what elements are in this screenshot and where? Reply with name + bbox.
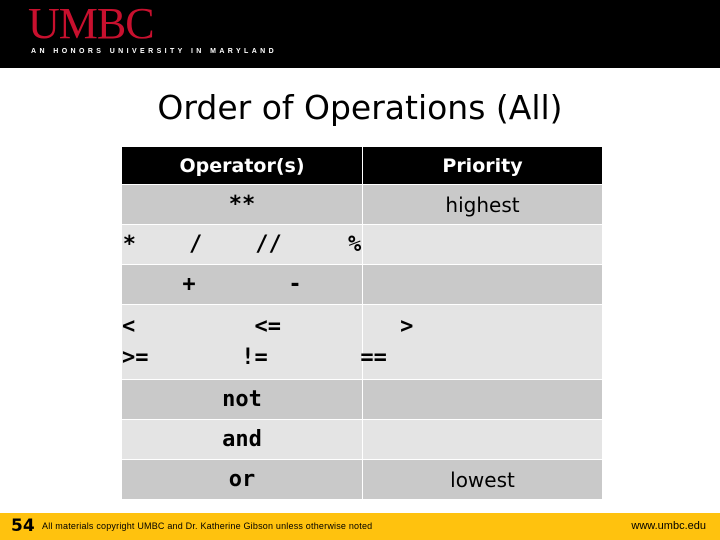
priority-cell: [363, 380, 602, 419]
operator-line: or: [228, 467, 256, 492]
column-header-priority: Priority: [363, 147, 602, 184]
operators-cell: or: [122, 460, 362, 499]
umbc-logo-wordmark: UMBC: [28, 0, 155, 48]
table-row: < <= > >= != ==: [122, 305, 602, 379]
priority-cell: [363, 420, 602, 459]
priority-cell: [363, 265, 602, 304]
table-row: or lowest: [122, 460, 602, 499]
umbc-logo-tagline: AN HONORS UNIVERSITY IN MARYLAND: [31, 48, 278, 55]
slide-number: 54: [11, 516, 35, 536]
table-header-row: Operator(s) Priority: [122, 147, 602, 184]
table-row: not: [122, 380, 602, 419]
operator-line: + -: [182, 272, 302, 297]
priority-cell: lowest: [363, 460, 602, 499]
operator-line: and: [222, 427, 262, 452]
table-row: ** highest: [122, 185, 602, 224]
operator-line: >= != ==: [122, 345, 387, 370]
table-row: * / // %: [122, 225, 602, 264]
operators-cell: < <= > >= != ==: [122, 305, 414, 379]
priority-cell: highest: [363, 185, 602, 224]
table-row: + -: [122, 265, 602, 304]
operator-line: **: [228, 192, 256, 217]
operator-precedence-table: Operator(s) Priority ** highest * / // %…: [121, 146, 603, 500]
operator-line: < <= >: [122, 314, 414, 339]
page-title: Order of Operations (All): [157, 88, 563, 127]
operators-cell: not: [122, 380, 362, 419]
operator-line: * / // %: [122, 232, 362, 257]
operator-line: not: [222, 387, 262, 412]
table-body: ** highest * / // % + - < <= > >= != == …: [122, 185, 602, 499]
operators-cell: and: [122, 420, 362, 459]
footer-credit-text: All materials copyright UMBC and Dr. Kat…: [42, 521, 373, 531]
column-header-operators: Operator(s): [122, 147, 362, 184]
operators-cell: + -: [122, 265, 362, 304]
header-band: UMBC AN HONORS UNIVERSITY IN MARYLAND: [0, 0, 720, 68]
footer-url[interactable]: www.umbc.edu: [631, 520, 706, 533]
operators-cell: **: [122, 185, 362, 224]
priority-cell: [363, 225, 602, 264]
operators-cell: * / // %: [122, 225, 362, 264]
table-row: and: [122, 420, 602, 459]
